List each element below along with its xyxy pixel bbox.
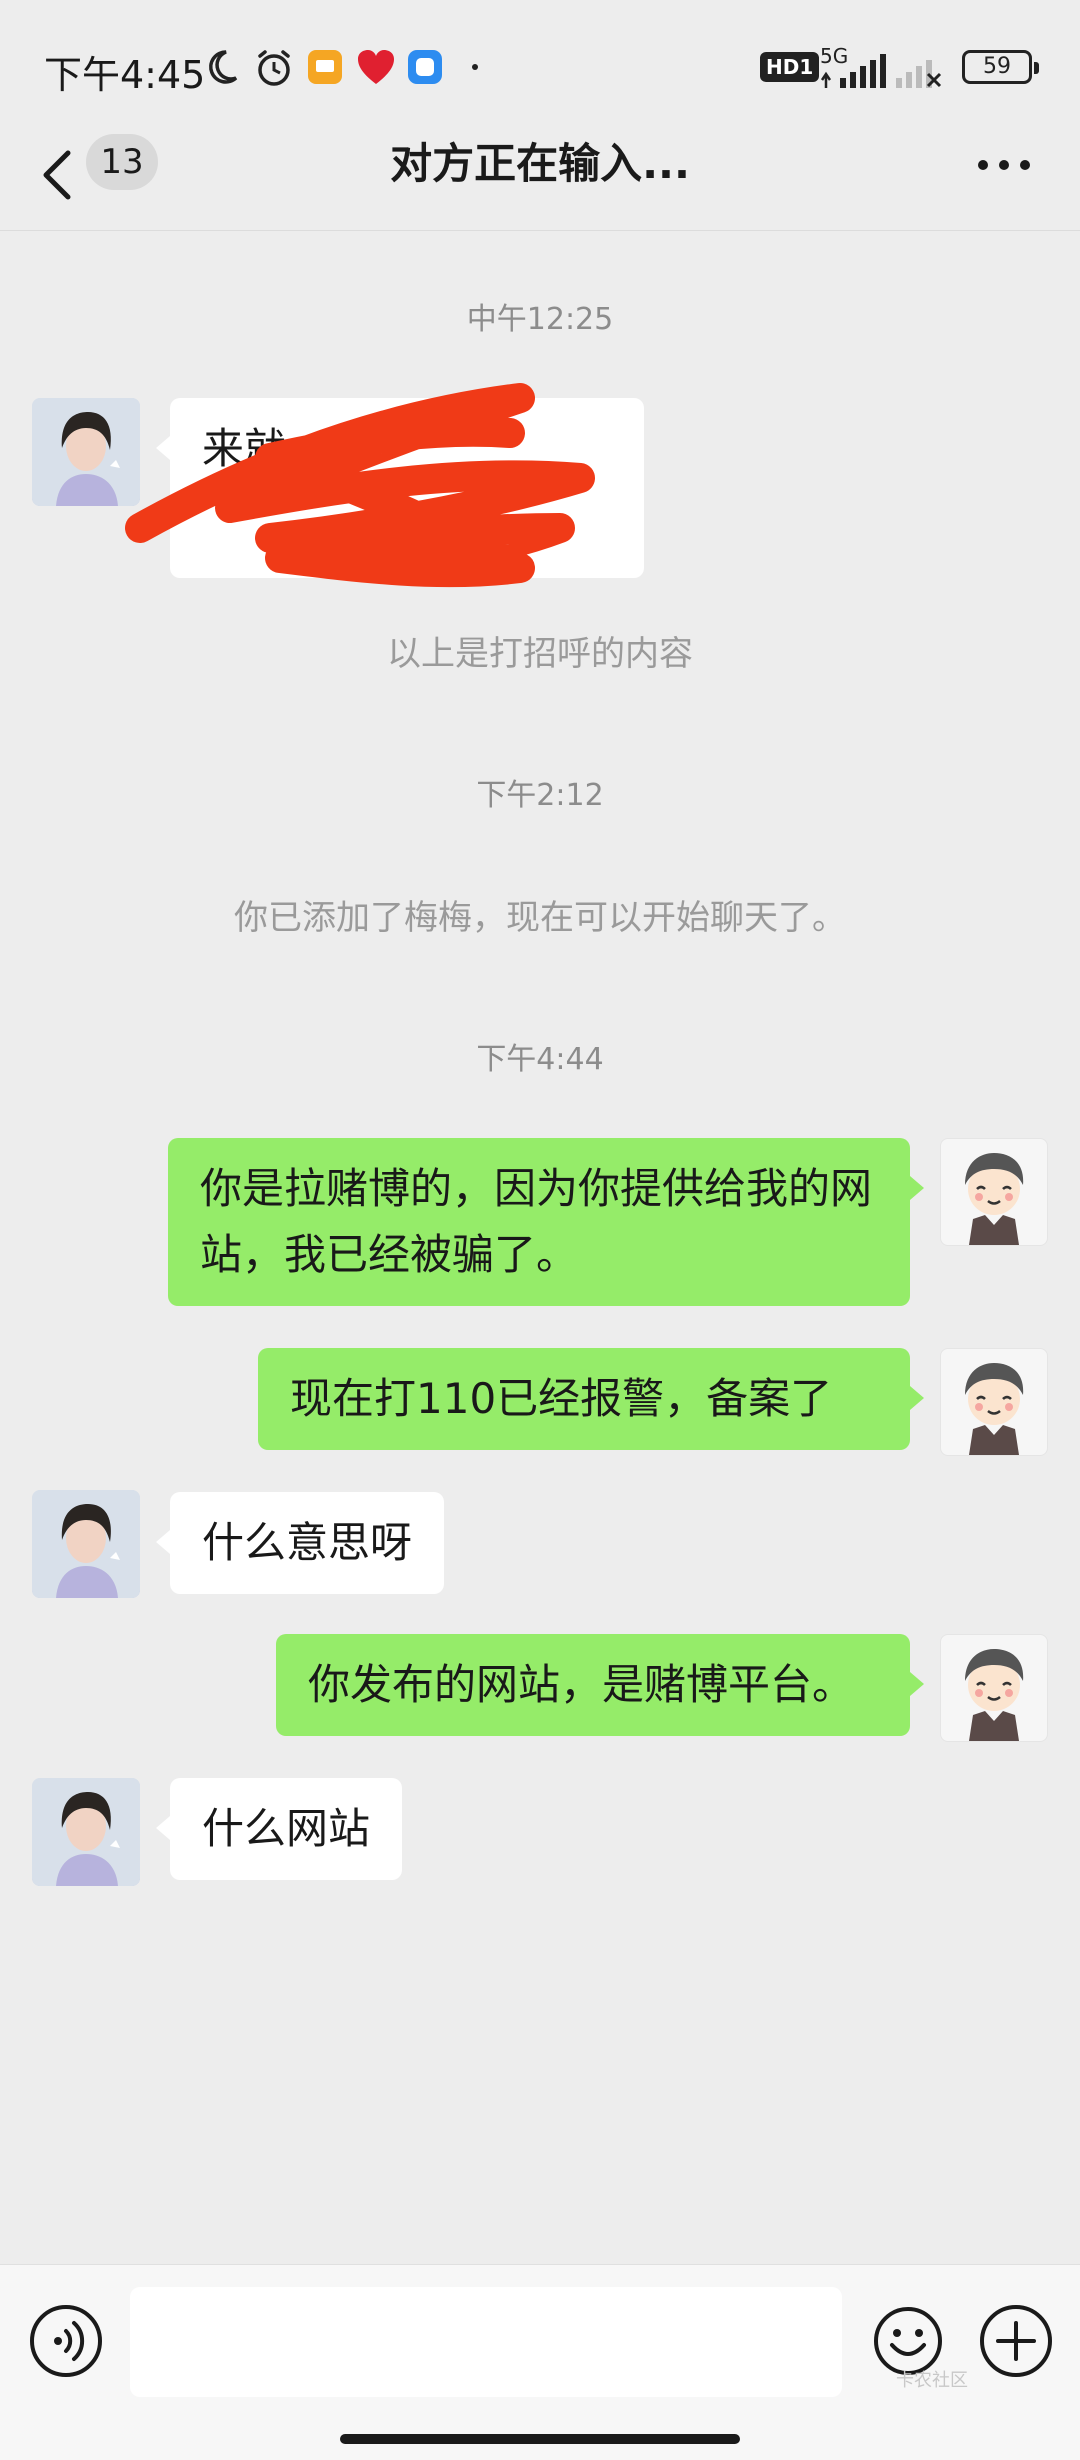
greeting-message-bubble[interactable]: 来就: [125, 383, 644, 588]
contact-photo: [32, 1778, 140, 1886]
timestamp: 下午2:12: [476, 778, 604, 813]
friend-added-note: 你已添加了梅梅，现在可以开始聊天了。: [234, 898, 846, 938]
cartoon-avatar-icon: [965, 1153, 1024, 1245]
more-notifications-dot: [472, 64, 478, 70]
app-notification-icon: [308, 50, 342, 84]
contact-avatar[interactable]: [32, 1490, 140, 1598]
nav-divider: [0, 230, 1080, 231]
outgoing-message-bubble[interactable]: 你发布的网站，是赌博平台。: [276, 1634, 924, 1736]
message-text: 什么网站: [202, 1804, 371, 1853]
voice-input-button[interactable]: [30, 2305, 102, 2377]
cartoon-avatar-icon: [965, 1363, 1024, 1455]
signal-icon: [820, 54, 886, 88]
battery-indicator: 59: [962, 50, 1039, 84]
more-functions-button[interactable]: [980, 2305, 1052, 2377]
plus-icon: [996, 2321, 1036, 2361]
greeting-note: 以上是打招呼的内容: [387, 634, 693, 674]
message-input[interactable]: [130, 2287, 842, 2397]
message-text: 现在打110已经报警，备案了: [290, 1374, 833, 1423]
redaction-scribble: [125, 383, 595, 588]
dot-icon: [978, 160, 988, 170]
timestamp: 下午4:44: [476, 1042, 604, 1077]
cartoon-avatar-icon: [965, 1649, 1024, 1741]
outgoing-message-bubble[interactable]: 现在打110已经报警，备案了: [258, 1348, 924, 1450]
voice-icon: [54, 2321, 85, 2361]
outgoing-message-bubble[interactable]: 你是拉赌博的，因为你提供给我的网站，我已经被骗了。: [168, 1138, 924, 1306]
dot-icon: [999, 160, 1009, 170]
more-options-button[interactable]: [972, 140, 1036, 190]
my-avatar[interactable]: [940, 1634, 1048, 1742]
input-bar: [0, 2264, 1080, 2460]
timestamp: 中午12:25: [466, 302, 614, 337]
do-not-disturb-icon: [209, 50, 238, 84]
contact-avatar[interactable]: [32, 1778, 140, 1886]
hd-badge: HD1: [760, 52, 820, 82]
signal-2-icon: [896, 60, 942, 88]
watermark: 卡农社区: [896, 2370, 968, 2391]
dot-icon: [1020, 160, 1030, 170]
home-indicator[interactable]: [340, 2434, 740, 2444]
my-avatar[interactable]: [940, 1348, 1048, 1456]
app-notification-icon: [408, 50, 442, 84]
status-bar: 下午4:45 HD1 5G 59: [0, 0, 1080, 140]
message-text: 什么意思呀: [202, 1518, 413, 1567]
alarm-icon: [258, 50, 290, 86]
incoming-message-bubble[interactable]: 什么网站: [155, 1778, 403, 1880]
message-text: 你发布的网站，是赌博平台。: [308, 1660, 855, 1709]
app-notification-icon: [358, 50, 394, 84]
contact-photo: [32, 1490, 140, 1598]
status-time: 下午4:45: [44, 53, 206, 97]
page-title: 对方正在输入...: [390, 139, 690, 188]
my-avatar[interactable]: [940, 1138, 1048, 1246]
message-text: 你是拉赌博的，因为你提供给我的网站，我已经被骗了。: [200, 1164, 873, 1279]
incoming-message-bubble[interactable]: 什么意思呀: [155, 1492, 445, 1594]
